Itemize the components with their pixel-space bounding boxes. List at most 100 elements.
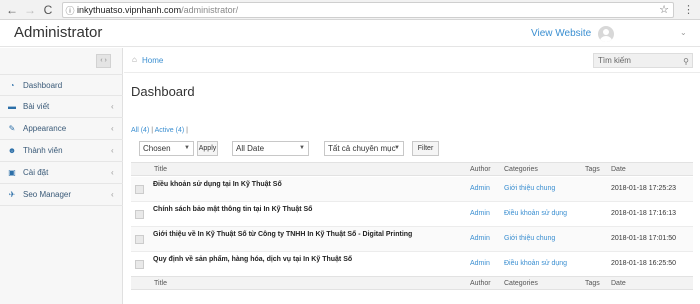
sidebar-item-cài-đặt[interactable]: ▣ Cài đặt ‹ xyxy=(0,162,123,184)
filter-trailing-separator: | xyxy=(186,127,188,134)
row-checkbox[interactable] xyxy=(135,210,144,219)
table-row[interactable]: Giới thiệu về In Kỹ Thuật Số từ Công ty … xyxy=(131,227,693,252)
sidebar-item-appearance[interactable]: ✎ Appearance ‹ xyxy=(0,118,123,140)
chevron-down-icon[interactable]: ⌄ xyxy=(680,28,687,37)
reload-button[interactable]: C xyxy=(39,1,57,19)
back-button[interactable]: ← xyxy=(3,1,21,19)
view-website-link[interactable]: View Website xyxy=(531,28,591,39)
filter-separator: | xyxy=(151,127,154,134)
table-footer: Title Author Categories Tags Date xyxy=(131,276,693,290)
browser-toolbar: ← → C ⓘ inkythuatso.vipnhanh.com /admini… xyxy=(0,0,700,20)
chevron-left-icon[interactable]: ‹ xyxy=(111,102,123,111)
sidebar-item-seo-manager[interactable]: ✈ Seo Manager ‹ xyxy=(0,184,123,206)
sidebar-item-label: Appearance xyxy=(23,124,67,133)
info-icon[interactable]: ⓘ xyxy=(63,4,77,17)
search-placeholder: Tìm kiếm xyxy=(598,56,631,65)
date-filter-value: All Date xyxy=(236,144,265,153)
table-row[interactable]: Quy định về sản phẩm, hàng hóa, dịch vụ … xyxy=(131,252,693,277)
column-tags: Tags xyxy=(585,166,600,173)
home-icon: ⌂ xyxy=(132,55,137,64)
bulk-action-value: Chosen xyxy=(143,144,171,153)
page-title: Dashboard xyxy=(131,84,195,99)
table-row[interactable]: Chính sách bảo mật thông tin tại In Kỹ T… xyxy=(131,202,693,227)
post-author-link[interactable]: Admin xyxy=(470,210,490,217)
main-content: ⌂ Home Tìm kiếm ⚲ Dashboard All (4) | Ac… xyxy=(124,48,700,304)
sidebar-item-label: Dashboard xyxy=(23,80,63,90)
sidebar-item-thành-viên[interactable]: ☻ Thành viên ‹ xyxy=(0,140,123,162)
sidebar-item-label: Cài đặt xyxy=(23,168,49,177)
sidebar-item-label: Thành viên xyxy=(23,146,63,155)
seo-icon: ✈ xyxy=(8,190,16,199)
brand-title: Administrator xyxy=(14,24,103,41)
post-title-link[interactable]: Điều khoản sử dụng tại In Kỹ Thuật Số xyxy=(153,181,282,188)
breadcrumb-home-link[interactable]: Home xyxy=(142,56,163,65)
post-title-link[interactable]: Chính sách bảo mật thông tin tại In Kỹ T… xyxy=(153,206,312,213)
chevron-left-icon[interactable]: ‹ xyxy=(111,168,123,177)
sidebar-item-bài-viết[interactable]: ▬ Bài viết ‹ xyxy=(0,96,123,118)
forward-button[interactable]: → xyxy=(21,1,39,19)
row-checkbox[interactable] xyxy=(135,235,144,244)
column-title[interactable]: Title xyxy=(154,280,167,287)
address-bar[interactable]: ⓘ inkythuatso.vipnhanh.com /administrato… xyxy=(62,2,674,18)
category-filter-value: Tất cả chuyên mục xyxy=(328,144,396,153)
post-date: 2018-01-18 17:16:13 xyxy=(611,210,676,217)
url-host: inkythuatso.vipnhanh.com xyxy=(77,5,182,15)
post-title-link[interactable]: Giới thiệu về In Kỹ Thuật Số từ Công ty … xyxy=(153,231,412,238)
article-icon: ▬ xyxy=(8,102,16,111)
bulk-action-select[interactable]: Chosen ▼ xyxy=(139,141,194,156)
column-author: Author xyxy=(470,280,491,287)
user-avatar[interactable] xyxy=(598,26,614,42)
settings-icon: ▣ xyxy=(8,168,16,177)
post-category-link[interactable]: Điều khoản sử dụng xyxy=(504,210,567,217)
column-categories: Categories xyxy=(504,280,538,287)
column-title[interactable]: Title xyxy=(154,166,167,173)
bookmark-star-icon[interactable]: ☆ xyxy=(659,3,669,17)
post-date: 2018-01-18 16:25:50 xyxy=(611,260,676,267)
post-date: 2018-01-18 17:25:23 xyxy=(611,185,676,192)
caret-down-icon: ▼ xyxy=(184,145,190,151)
column-date[interactable]: Date xyxy=(611,280,626,287)
post-date: 2018-01-18 17:01:50 xyxy=(611,235,676,242)
row-checkbox[interactable] xyxy=(135,185,144,194)
caret-down-icon: ▼ xyxy=(299,145,305,151)
chevron-left-icon[interactable]: ‹ xyxy=(111,190,123,199)
chevron-left-icon[interactable]: ‹ xyxy=(111,146,123,155)
date-filter-select[interactable]: All Date ▼ xyxy=(232,141,309,156)
post-author-link[interactable]: Admin xyxy=(470,185,490,192)
users-icon: ☻ xyxy=(7,146,17,155)
sidebar-item-label: Seo Manager xyxy=(23,190,72,199)
sidebar-item-dashboard[interactable]: ◔ Dashboard xyxy=(0,74,123,96)
sidebar: ‹ › ◔ Dashboard ▬ Bài viết ‹ ✎ Appearance ‹ ☻ Thà… xyxy=(0,48,123,304)
dashboard-icon: ◔ xyxy=(9,80,15,90)
search-input[interactable]: Tìm kiếm ⚲ xyxy=(593,53,693,68)
row-checkbox[interactable] xyxy=(135,260,144,269)
breadcrumb: ⌂ Home Tìm kiếm ⚲ xyxy=(124,48,700,73)
url-path: /administrator/ xyxy=(181,5,239,15)
column-date[interactable]: Date xyxy=(611,166,626,173)
post-category-link[interactable]: Điều khoản sử dụng xyxy=(504,260,567,267)
category-filter-select[interactable]: Tất cả chuyên mục ▼ xyxy=(324,141,404,156)
caret-down-icon: ▼ xyxy=(394,145,400,151)
apply-button[interactable]: Apply xyxy=(197,141,218,156)
chevron-left-icon[interactable]: ‹ xyxy=(111,124,123,133)
post-author-link[interactable]: Admin xyxy=(470,260,490,267)
collapse-sidebar-button[interactable]: ‹ › xyxy=(96,54,111,68)
filter-all-link[interactable]: All (4) xyxy=(131,127,149,134)
search-icon[interactable]: ⚲ xyxy=(683,55,689,68)
admin-header: Administrator View Website ⌄ xyxy=(0,21,700,47)
filter-button[interactable]: Filter xyxy=(412,141,439,156)
browser-menu-icon[interactable]: ⋮ xyxy=(683,3,694,16)
column-categories: Categories xyxy=(504,166,538,173)
filter-active-link[interactable]: Active (4) xyxy=(155,127,185,134)
post-title-link[interactable]: Quy định về sản phẩm, hàng hóa, dịch vụ … xyxy=(153,256,352,263)
sidebar-item-label: Bài viết xyxy=(23,102,50,111)
table-header: Title Author Categories Tags Date xyxy=(131,162,693,176)
post-author-link[interactable]: Admin xyxy=(470,235,490,242)
table-row[interactable]: Điều khoản sử dụng tại In Kỹ Thuật Số Adm… xyxy=(131,177,693,202)
column-tags: Tags xyxy=(585,280,600,287)
post-category-link[interactable]: Giới thiệu chung xyxy=(504,235,555,242)
status-filters: All (4) | Active (4) | xyxy=(131,127,188,134)
column-author: Author xyxy=(470,166,491,173)
post-category-link[interactable]: Giới thiệu chung xyxy=(504,185,555,192)
brush-icon: ✎ xyxy=(8,124,16,133)
